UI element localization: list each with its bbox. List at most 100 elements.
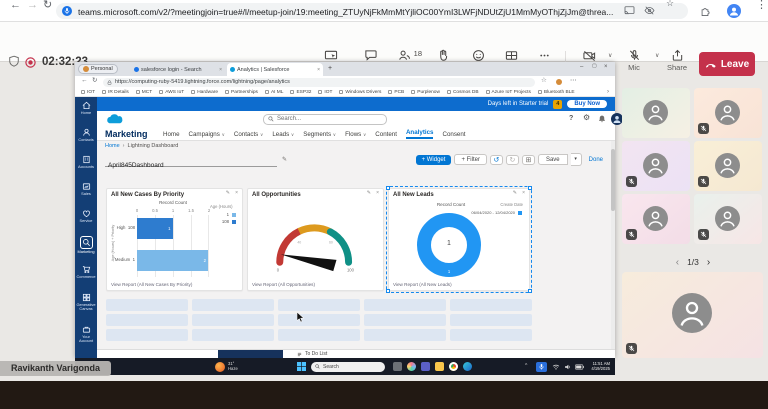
task-view-icon[interactable] [393,362,402,371]
sf-tab-flows[interactable]: Flows ∨ [345,131,366,138]
title-edit-pencil-icon[interactable]: ✎ [282,157,287,163]
grid-settings-icon[interactable]: ⊞ [522,155,535,165]
edge-reload-icon[interactable]: ↻ [92,78,97,85]
sf-tab-analytics-active[interactable]: Analytics [406,129,434,139]
scrollbar[interactable] [611,141,615,349]
bookmark-item[interactable]: Windows Drivers [339,90,381,95]
cast-icon[interactable] [624,6,635,15]
new-tab-icon[interactable]: + [328,65,332,72]
extensions-icon[interactable] [700,6,710,16]
add-filter-button[interactable]: + Filter [454,154,487,165]
view-report-link[interactable]: View Report (All New Leads) [393,282,452,287]
bar-medium[interactable]: 2 [137,250,208,271]
dashboard-title-field[interactable]: April845Dashboard [105,154,277,167]
participant-tile[interactable] [694,141,762,191]
mic-chevron-icon[interactable]: ∨ [655,53,659,59]
copilot-icon[interactable] [407,362,416,371]
volume-icon[interactable] [564,364,572,370]
battery-icon[interactable] [575,364,584,370]
start-icon[interactable] [297,362,306,371]
setup-gear-icon[interactable]: ⚙ [583,114,590,122]
camera-chevron-icon[interactable]: ∨ [608,53,612,59]
sf-tab-home[interactable]: Home [163,131,180,138]
chrome-icon[interactable] [449,362,458,371]
resize-handle[interactable] [386,186,390,190]
bookmark-item[interactable]: Cosmos DB [447,90,479,95]
forward-icon[interactable]: → [27,0,38,11]
help-icon[interactable]: ? [569,115,573,122]
bar-high[interactable]: 1 [137,218,173,239]
participant-tile-large[interactable] [622,272,763,358]
sf-tab-contacts[interactable]: Contacts ∨ [234,131,263,138]
view-report-link[interactable]: View Report (All New Cases By Priority) [111,282,192,287]
widget-edit-pencil-icon[interactable]: ✎ [513,191,517,196]
widget-close-icon[interactable]: × [235,191,238,196]
participant-tile[interactable] [694,194,762,244]
widget-edit-pencil-icon[interactable]: ✎ [367,191,371,196]
edge-tab-inactive[interactable]: salesforce login - Search × [131,64,225,75]
sf-tab-leads[interactable]: Leads ∨ [272,131,294,138]
participant-tile[interactable] [694,88,762,138]
sidebar-item-accounts[interactable]: Accounts [75,155,97,169]
bookmark-item[interactable]: Hardware [191,90,218,95]
sidebar-item-generative-canvas[interactable]: Generative Canvas [75,293,97,312]
bookmarks-overflow-icon[interactable]: › [607,89,609,95]
bookmark-item[interactable]: Purplenow [411,90,440,95]
participant-tile[interactable] [622,88,690,138]
edge-more-icon[interactable]: ⋯ [570,78,577,85]
bookmark-item[interactable]: Azure IoT Projects [486,90,531,95]
resize-handle[interactable] [528,289,532,293]
tab-close-icon[interactable]: × [219,67,222,73]
todo-list-utility[interactable]: To Do List [297,351,327,357]
weather-widget-text[interactable]: 31°Haze [228,361,238,372]
favorites-star-icon[interactable]: ☆ [541,78,547,85]
edge-back-icon[interactable]: ← [81,78,88,85]
sidebar-item-contacts[interactable]: Contacts [75,128,97,142]
tab-close-icon[interactable]: × [317,67,320,73]
scrollbar-thumb[interactable] [611,149,615,211]
widget-all-new-leads[interactable]: All New Leads ✎ × Record Count Create Da… [388,188,530,291]
window-maximize-icon[interactable]: ▢ [592,64,597,69]
sidebar-item-service[interactable]: Service [75,209,97,223]
bookmark-star-icon[interactable]: ☆ [666,0,674,8]
sidebar-item-commerce[interactable]: Commerce [75,265,97,279]
tray-chevron-up-icon[interactable]: ^ [525,364,527,369]
widget-cases-by-priority[interactable]: All New Cases By Priority ✎ × Record Cou… [106,188,243,291]
sf-tab-consent[interactable]: Consent [442,131,465,138]
sidebar-item-your-account[interactable]: Your Account [75,325,97,344]
widget-edit-pencil-icon[interactable]: ✎ [226,191,230,196]
sidebar-item-sales[interactable]: Sales [75,182,97,196]
sf-search-box[interactable]: Search... [263,114,387,125]
edge-tab-active[interactable]: Analytics | Salesforce × [227,63,323,76]
file-explorer-icon[interactable] [435,362,444,371]
sidebar-item-marketing[interactable]: Marketing [75,236,97,254]
bookmark-item[interactable]: IOT [81,90,95,95]
window-minimize-icon[interactable]: – [580,64,583,70]
presenter-search-box[interactable]: Search [311,362,385,372]
preview-hidden-icon[interactable] [644,6,655,15]
page-next-icon[interactable]: › [707,257,710,268]
undo-icon[interactable]: ↺ [490,155,503,165]
save-button[interactable]: Save [538,154,568,165]
address-bar[interactable]: teams.microsoft.com/v2/?meetingjoin=true… [56,3,688,19]
back-icon[interactable]: ← [10,0,21,11]
page-prev-icon[interactable]: ‹ [676,257,679,268]
profile-avatar[interactable] [727,4,741,18]
sf-tab-segments[interactable]: Segments ∨ [303,131,336,138]
bookmark-item[interactable]: Partnerships [225,90,258,95]
resize-handle[interactable] [386,289,390,293]
window-close-icon[interactable]: × [604,64,608,70]
edge-profile-chip[interactable]: Personal [78,64,118,74]
bookmark-item[interactable]: PCB [388,90,404,95]
buy-now-button[interactable]: Buy Now [567,100,607,108]
participant-tile[interactable] [622,141,690,191]
widget-close-icon[interactable]: × [522,191,525,196]
widget-all-opportunities[interactable]: All Opportunities ✎ × 0 40 60 100 View R… [247,188,384,291]
participant-tile[interactable] [622,194,690,244]
done-button[interactable]: Done [585,155,607,164]
weather-widget-icon[interactable] [215,362,225,372]
resize-handle[interactable] [528,186,532,190]
wifi-icon[interactable] [552,364,560,370]
bookmark-item[interactable]: IOT [318,90,332,95]
browser-menu-icon[interactable]: ⋮ [756,0,767,11]
